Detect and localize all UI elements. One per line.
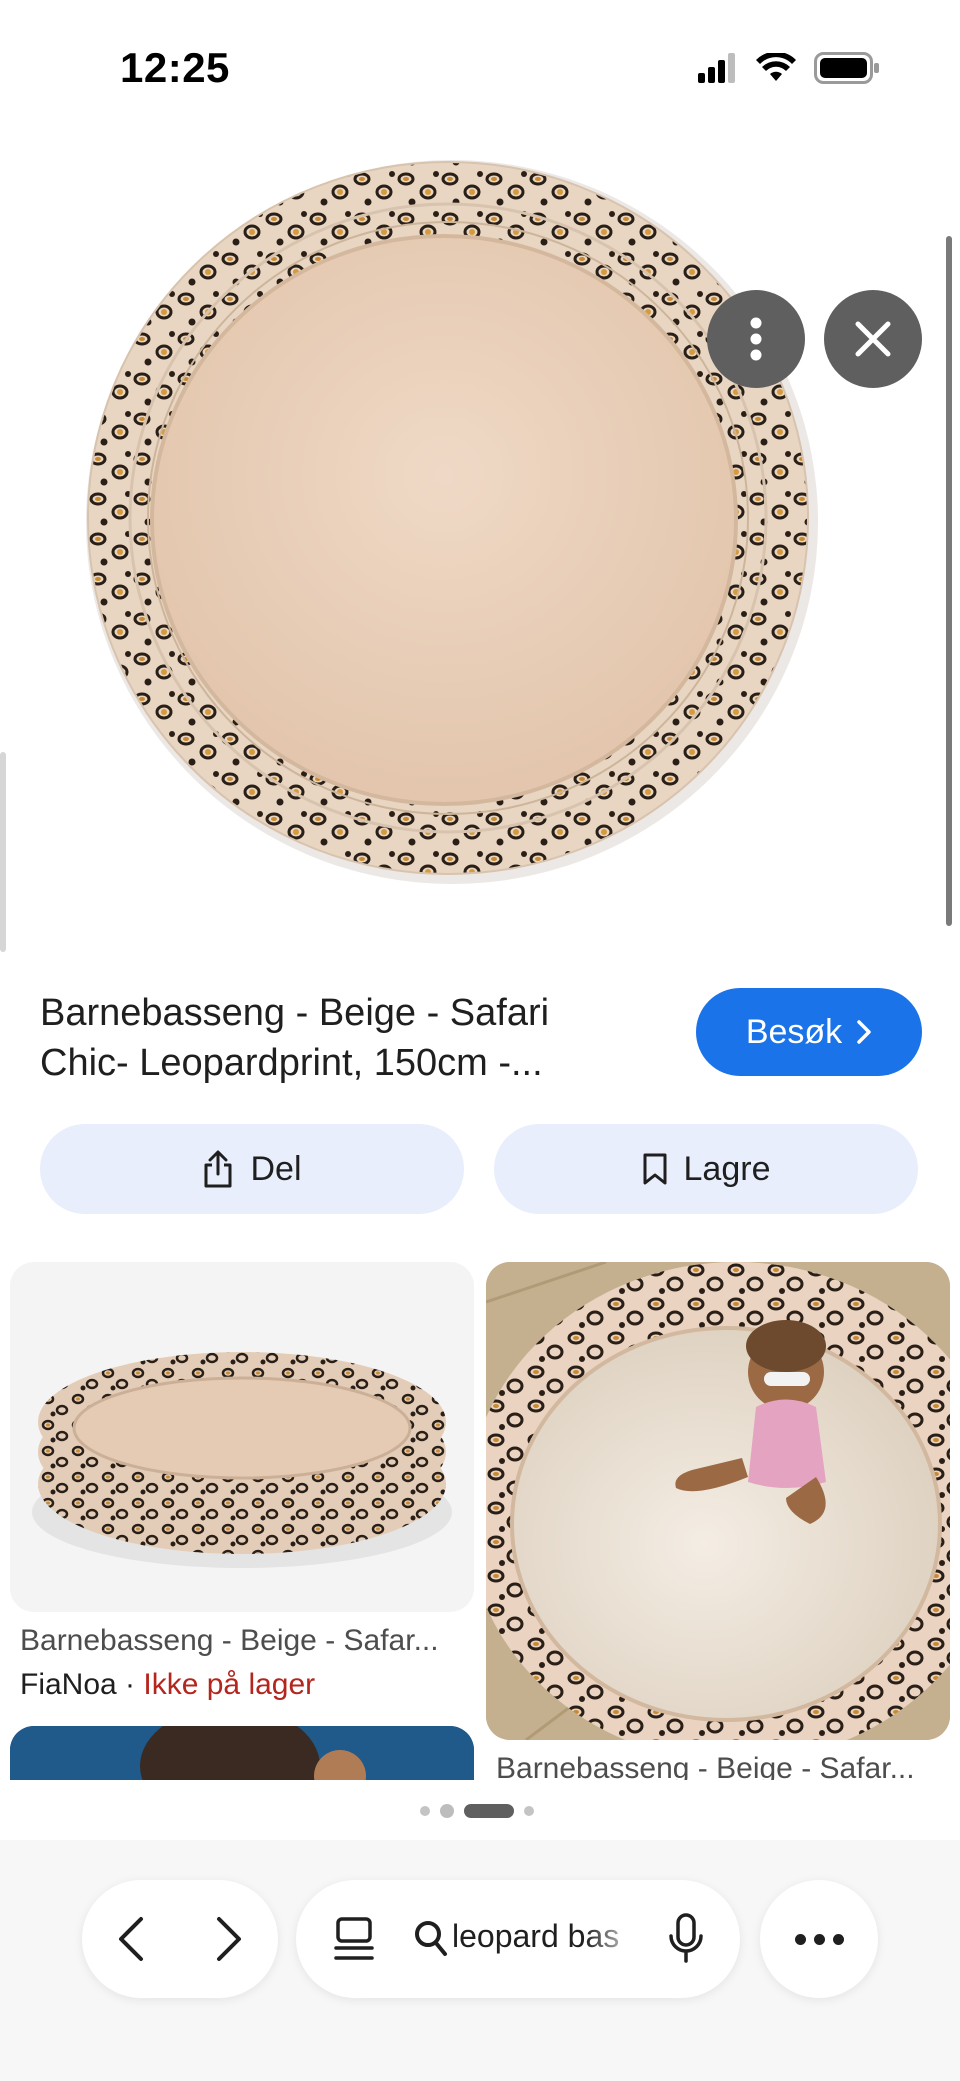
share-label: Del	[250, 1149, 302, 1188]
related-result-source: FiaNoa	[20, 1668, 117, 1701]
more-menu-button[interactable]	[760, 1880, 878, 1998]
related-result-image[interactable]	[10, 1262, 474, 1612]
left-edge-handle	[0, 752, 6, 952]
page-dot-active	[464, 1804, 514, 1818]
share-icon	[204, 1150, 232, 1188]
search-bar[interactable]: leopard bas	[296, 1880, 740, 1998]
forward-button[interactable]	[204, 1914, 254, 1964]
page-dot	[440, 1804, 454, 1818]
more-horizontal-icon	[794, 1933, 806, 1945]
search-icon	[415, 1921, 447, 1956]
save-label: Lagre	[683, 1149, 771, 1188]
battery-icon	[814, 52, 880, 89]
menu-dot	[832, 1933, 844, 1945]
status-time: 12:25	[120, 44, 230, 91]
vertical-dots-icon	[750, 317, 762, 361]
product-image[interactable]	[0, 130, 960, 950]
back-arrow-icon	[119, 1917, 143, 1961]
page-dot	[524, 1806, 534, 1816]
back-button[interactable]	[106, 1914, 156, 1964]
scrollbar[interactable]	[946, 236, 952, 926]
cellular-signal-icon	[698, 53, 738, 88]
related-result-meta: FiaNoa · Ikke på lager	[20, 1668, 315, 1702]
forward-arrow-icon	[217, 1917, 241, 1961]
related-result-image[interactable]	[10, 1726, 474, 1786]
related-result-image[interactable]	[486, 1262, 950, 1740]
content-fade	[0, 1780, 960, 1800]
page-dot	[420, 1806, 430, 1816]
visit-button[interactable]: Besøk	[696, 988, 922, 1076]
navigation-group	[82, 1880, 278, 1998]
chevron-right-icon	[857, 1020, 871, 1044]
close-icon	[855, 321, 891, 357]
tabs-icon[interactable]	[332, 1916, 376, 1962]
wifi-icon	[756, 51, 796, 88]
mic-icon[interactable]	[668, 1912, 704, 1964]
status-icons	[698, 51, 880, 89]
related-result-title[interactable]: Barnebasseng - Beige - Safar...	[20, 1624, 466, 1658]
visit-label: Besøk	[745, 1012, 843, 1051]
status-bar: 12:25	[0, 0, 960, 140]
bookmark-icon	[643, 1153, 667, 1185]
page-indicator	[420, 1804, 534, 1818]
bottom-toolbar: leopard bas	[0, 1840, 960, 2081]
share-button[interactable]: Del	[40, 1124, 464, 1214]
save-button[interactable]: Lagre	[494, 1124, 918, 1214]
close-button[interactable]	[824, 290, 922, 388]
more-options-button[interactable]	[707, 290, 805, 388]
meta-separator: ·	[116, 1668, 144, 1701]
stock-status: Ikke på lager	[143, 1668, 316, 1701]
result-title[interactable]: Barnebasseng - Beige - Safari Chic- Leop…	[40, 988, 640, 1088]
menu-dot	[813, 1933, 825, 1945]
search-query[interactable]: leopard bas	[452, 1918, 642, 1955]
hero-image-area[interactable]	[0, 130, 960, 950]
